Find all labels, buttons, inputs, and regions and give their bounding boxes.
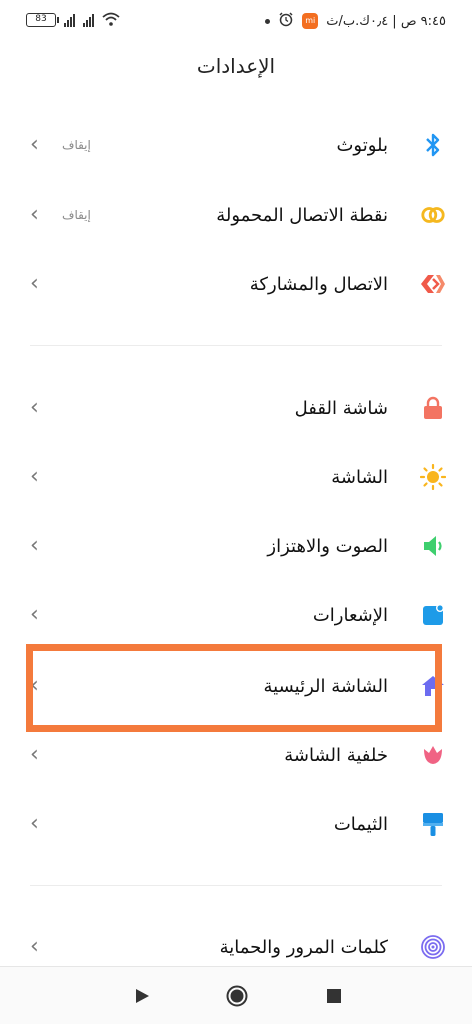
wifi-icon (102, 12, 120, 28)
chevron-left-icon: ‹ (30, 132, 39, 157)
lock-icon (420, 395, 446, 421)
status-right: ٩:٤٥ ص | ٠٫٤ك.ب/ث mi (265, 11, 446, 31)
setting-label: كلمات المرور والحماية (219, 936, 388, 958)
battery-icon: 83 (26, 13, 59, 27)
chevron-left-icon: ‹ (30, 742, 39, 767)
signal-icon (64, 13, 75, 27)
setting-row-themes[interactable]: الثيمات ‹ (0, 794, 472, 854)
speaker-icon (420, 533, 446, 559)
chevron-left-icon: ‹ (30, 202, 39, 227)
setting-row-bluetooth[interactable]: بلوتوث إيقاف ‹ (0, 115, 472, 175)
sun-icon (420, 464, 446, 490)
home-circle-icon[interactable] (225, 984, 249, 1008)
setting-label: الصوت والاهتزاز (267, 535, 388, 557)
setting-row-lock-screen[interactable]: شاشة القفل ‹ (0, 378, 472, 438)
setting-label: الثيمات (333, 813, 388, 835)
mi-app-icon: mi (302, 13, 319, 29)
highlight-box (26, 644, 442, 732)
status-left: 83 (26, 12, 120, 28)
hotspot-icon (420, 202, 446, 228)
fingerprint-icon (420, 934, 446, 960)
setting-value: إيقاف (62, 138, 91, 152)
chevron-left-icon: ‹ (30, 271, 39, 296)
brush-icon (420, 811, 446, 837)
setting-row-display[interactable]: الشاشة ‹ (0, 447, 472, 507)
setting-label: نقطة الاتصال المحمولة (216, 204, 388, 226)
setting-row-sound[interactable]: الصوت والاهتزاز ‹ (0, 516, 472, 576)
setting-label: الشاشة (331, 466, 388, 488)
tulip-icon (420, 742, 446, 768)
alarm-icon (278, 11, 294, 31)
divider (30, 885, 442, 886)
setting-label: الإشعارات (312, 604, 388, 626)
dot-icon (265, 18, 271, 24)
setting-value: إيقاف (62, 208, 91, 222)
setting-row-wallpaper[interactable]: خلفية الشاشة ‹ (0, 725, 472, 785)
setting-label: الاتصال والمشاركة (249, 273, 388, 295)
signal-icon (83, 13, 94, 27)
status-bar: 83 ٩:٤٥ ص | ٠٫٤ك.ب/ث mi (0, 0, 472, 40)
setting-label: بلوتوث (336, 134, 388, 156)
back-triangle-icon[interactable] (130, 984, 154, 1008)
chevron-left-icon: ‹ (30, 602, 39, 627)
page-title: الإعدادات (196, 54, 276, 78)
bluetooth-icon (420, 132, 446, 158)
setting-row-hotspot[interactable]: نقطة الاتصال المحمولة إيقاف ‹ (0, 185, 472, 245)
notification-icon (420, 602, 446, 628)
chevron-left-icon: ‹ (30, 811, 39, 836)
chevron-left-icon: ‹ (30, 464, 39, 489)
setting-label: شاشة القفل (294, 397, 388, 419)
setting-row-notifications[interactable]: الإشعارات ‹ (0, 585, 472, 645)
status-time: ٩:٤٥ ص | ٠٫٤ك.ب/ث (326, 13, 446, 29)
chevron-left-icon: ‹ (30, 395, 39, 420)
divider (30, 345, 442, 346)
chevron-left-icon: ‹ (30, 533, 39, 558)
setting-row-connection-sharing[interactable]: الاتصال والمشاركة ‹ (0, 254, 472, 314)
recents-square-icon[interactable] (322, 984, 346, 1008)
navigation-bar (0, 966, 472, 1024)
connection-sharing-icon (420, 271, 446, 297)
setting-label: خلفية الشاشة (284, 744, 388, 766)
chevron-left-icon: ‹ (30, 934, 39, 959)
